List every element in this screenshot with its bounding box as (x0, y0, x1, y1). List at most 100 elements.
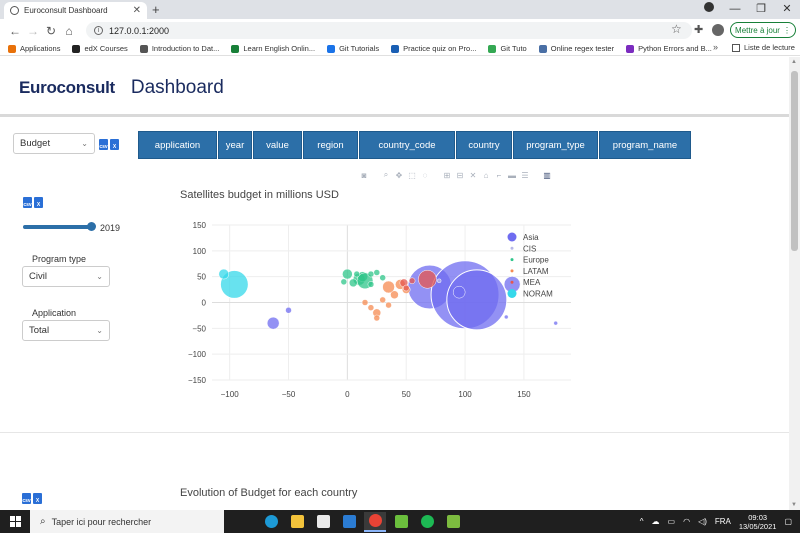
data-point-asia[interactable] (266, 316, 280, 330)
scroll-down-icon[interactable]: ▼ (791, 502, 797, 508)
data-point-mea[interactable] (402, 284, 410, 292)
plotly-logo-icon[interactable]: ▥ (543, 171, 551, 180)
legend-label[interactable]: NORAM (523, 290, 553, 299)
cloud-icon[interactable]: ☁ (652, 517, 660, 526)
data-point-noram[interactable] (218, 268, 230, 280)
data-point-europe[interactable] (342, 268, 353, 280)
bookmark-item[interactable]: Practice quiz on Pro... (391, 44, 476, 53)
autoscale-icon[interactable]: ✕ (469, 171, 477, 180)
legend-label[interactable]: Asia (523, 233, 539, 242)
bookmark-item[interactable]: Git Tutorials (327, 44, 379, 53)
csv-file-icon[interactable]: csv (99, 139, 108, 150)
battery-icon[interactable]: ▭ (668, 517, 676, 526)
data-point-europe[interactable] (367, 270, 375, 278)
data-point-latam[interactable] (373, 314, 381, 322)
chrome-app[interactable] (364, 511, 386, 532)
chevron-up-icon[interactable]: ^ (640, 517, 644, 526)
legend-label[interactable]: MEA (523, 278, 541, 287)
python-app[interactable] (442, 512, 464, 532)
csv-file-icon[interactable]: csv (23, 197, 32, 208)
bookmark-item[interactable]: Applications (8, 44, 60, 53)
column-button-region[interactable]: region (303, 131, 358, 159)
legend-label[interactable]: CIS (523, 244, 536, 253)
data-point-mea[interactable] (418, 270, 437, 289)
file-explorer-app[interactable] (286, 512, 308, 532)
volume-icon[interactable]: ◁) (698, 517, 707, 526)
info-icon[interactable]: i (94, 26, 103, 35)
legend-label[interactable]: LATAM (523, 267, 549, 276)
minimize-button[interactable]: — (722, 3, 748, 15)
camera-icon[interactable]: ◙ (360, 171, 368, 180)
legend-label[interactable]: Europe (523, 256, 549, 265)
extensions-icon[interactable]: ✚ (694, 23, 703, 36)
maximize-button[interactable]: ❐ (748, 2, 774, 15)
scrollbar-thumb[interactable] (791, 71, 798, 251)
hover-compare-icon[interactable]: ☰ (521, 171, 529, 180)
measure-select[interactable]: Budget ⌄ (13, 133, 95, 154)
spinner-app[interactable] (416, 512, 438, 532)
reading-list-button[interactable]: Liste de lecture (732, 43, 795, 52)
legend-marker[interactable] (510, 269, 514, 273)
bookmark-star-icon[interactable]: ☆ (671, 22, 682, 36)
data-point-europe[interactable] (379, 274, 386, 281)
close-window-button[interactable]: ✕ (774, 2, 800, 15)
scroll-up-icon[interactable]: ▲ (791, 59, 797, 65)
data-point-asia[interactable] (504, 314, 509, 320)
mail-app[interactable] (338, 512, 360, 532)
data-point-asia[interactable] (553, 320, 558, 326)
excel-file-icon[interactable]: X (34, 197, 43, 208)
data-point-latam[interactable] (390, 290, 399, 299)
update-button[interactable]: Mettre à jour ⋮ (730, 22, 796, 38)
taskbar-clock[interactable]: 09:03 13/05/2021 (739, 513, 777, 531)
address-bar[interactable]: i 127.0.0.1:2000 (86, 22, 692, 39)
column-button-country[interactable]: country (456, 131, 512, 159)
page-scrollbar[interactable]: ▲ ▼ (789, 57, 800, 510)
chart-legend[interactable]: Asia CIS Europe LATAM MEA NORAM (505, 229, 585, 301)
box-select-icon[interactable]: ⬚ (408, 171, 416, 180)
bookmarks-more-chevron[interactable]: » (713, 42, 718, 52)
data-point-asia[interactable] (285, 307, 292, 314)
zoom-out-icon[interactable]: ⊟ (456, 171, 464, 180)
data-point-europe[interactable] (348, 278, 358, 288)
excel-file-icon[interactable]: X (33, 493, 42, 504)
column-button-application[interactable]: application (138, 131, 217, 159)
column-button-country-code[interactable]: country_code (359, 131, 455, 159)
data-point-latam[interactable] (367, 304, 375, 311)
legend-marker[interactable] (510, 280, 514, 284)
legend-marker[interactable] (507, 232, 517, 242)
data-point-cis[interactable] (436, 278, 442, 284)
wifi-icon[interactable]: ◠ (683, 517, 690, 526)
data-point-latam[interactable] (379, 296, 386, 304)
browser-tab[interactable]: Euroconsult Dashboard ✕ (4, 2, 147, 19)
pan-icon[interactable]: ✥ (395, 171, 403, 180)
lasso-icon[interactable]: ◌ (421, 171, 429, 180)
year-slider[interactable] (23, 222, 96, 231)
bookmark-item[interactable]: Git Tuto (488, 44, 527, 53)
record-icon[interactable] (696, 2, 722, 15)
data-point-europe[interactable] (353, 270, 361, 278)
legend-marker[interactable] (510, 258, 514, 262)
data-point-latam[interactable] (385, 301, 392, 309)
data-point-asia[interactable] (446, 269, 508, 331)
profile-avatar[interactable] (712, 24, 724, 36)
taskbar-search[interactable]: ⌕ Taper ici pour rechercher (30, 510, 224, 533)
zoom-in-icon[interactable]: ⊞ (443, 171, 451, 180)
column-button-program-name[interactable]: program_name (599, 131, 691, 159)
bookmark-item[interactable]: Introduction to Dat... (139, 44, 219, 53)
excel-file-icon[interactable]: X (110, 139, 119, 150)
hover-closest-icon[interactable]: ▬ (508, 171, 516, 180)
data-point-asia[interactable] (452, 285, 466, 299)
column-button-program-type[interactable]: program_type (513, 131, 598, 159)
bookmark-item[interactable]: Python Errors and B... (626, 44, 712, 53)
data-point-europe[interactable] (340, 278, 348, 286)
edge-app[interactable] (260, 512, 282, 532)
notepad-app[interactable] (390, 512, 412, 532)
new-tab-button[interactable]: + (152, 2, 160, 17)
bookmark-item[interactable]: edX Courses (72, 44, 128, 53)
data-point-europe[interactable] (373, 269, 381, 276)
reset-axes-icon[interactable]: ⌂ (482, 171, 490, 180)
csv-file-icon[interactable]: csv (22, 493, 31, 504)
data-point-europe[interactable] (367, 281, 375, 288)
language-indicator[interactable]: FRA (715, 517, 731, 526)
zoom-icon[interactable]: ⌕ (382, 170, 390, 180)
